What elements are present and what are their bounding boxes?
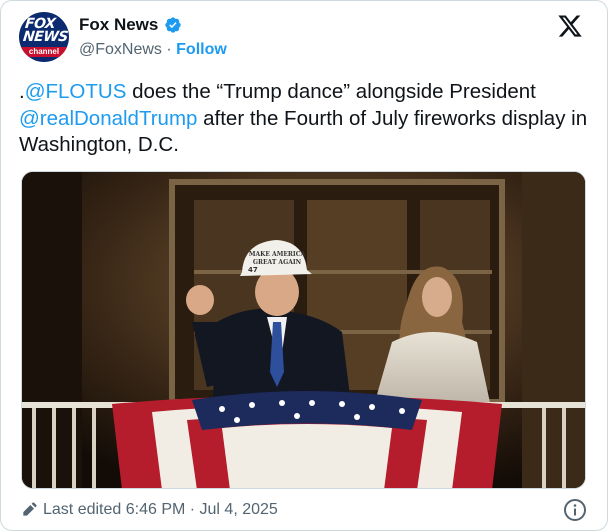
tweet-media-video[interactable]: MAKE AMERICA GREAT AGAIN 47	[21, 171, 586, 489]
x-logo-icon[interactable]	[557, 13, 583, 39]
author-name[interactable]: Fox News	[79, 15, 158, 35]
last-edited-timestamp[interactable]: Last edited 6:46 PM · Jul 4, 2025	[43, 501, 278, 519]
edited-footer: Last edited 6:46 PM · Jul 4, 2025	[21, 501, 278, 519]
hat-text: MAKE AMERICA	[249, 251, 306, 258]
tweet-text-part: does the “Trump dance” alongside Preside…	[126, 80, 536, 103]
fox-news-avatar[interactable]: FOX NEWS channel	[19, 12, 69, 62]
author-handle[interactable]: @FoxNews	[79, 41, 162, 58]
pillar	[522, 172, 585, 488]
tweet-card: FOX NEWS channel Fox News @FoxNews · Fol…	[0, 0, 608, 531]
author-name-row: Fox News	[79, 15, 182, 35]
man-fist	[186, 285, 214, 315]
video-frame-illustration: MAKE AMERICA GREAT AGAIN 47	[22, 172, 585, 488]
hat-number: 47	[248, 266, 258, 274]
hat-text: GREAT AGAIN	[253, 259, 302, 266]
mention-realdonaldtrump-link[interactable]: @realDonaldTrump	[19, 107, 197, 130]
woman-face	[422, 277, 452, 317]
info-icon[interactable]	[563, 498, 587, 522]
avatar-news-text: NEWS	[22, 29, 69, 45]
verified-badge-icon	[165, 17, 182, 33]
flag-bunting-white	[222, 424, 392, 488]
pencil-icon	[23, 502, 37, 516]
separator-dot: ·	[166, 41, 172, 58]
mention-flotus-link[interactable]: @FLOTUS	[25, 80, 127, 103]
avatar-channel-text: channel	[21, 47, 67, 57]
follow-button[interactable]: Follow	[176, 41, 227, 58]
handle-row: @FoxNews · Follow	[79, 41, 227, 59]
tweet-text: .@FLOTUS does the “Trump dance” alongsid…	[19, 79, 589, 159]
